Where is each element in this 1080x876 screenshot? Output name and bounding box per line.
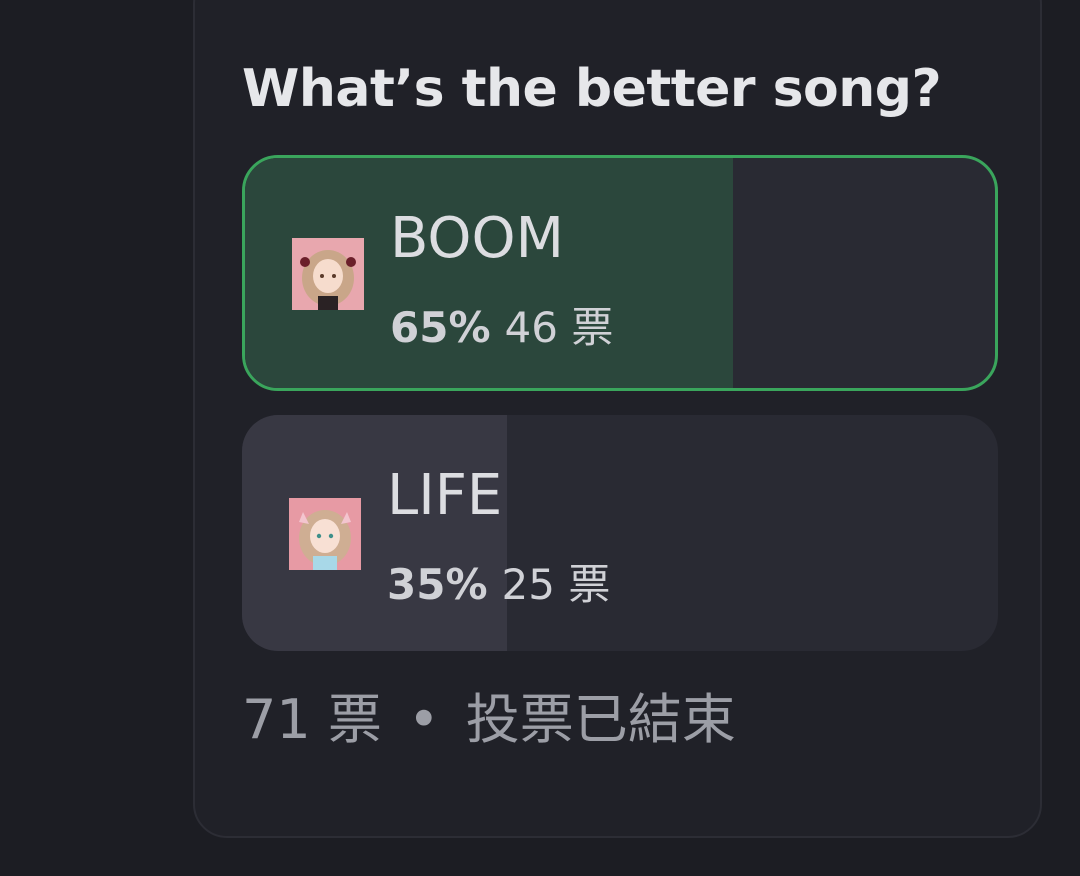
poll-card: What’s the better song? BOOM 65% 46 票 LI…	[193, 0, 1042, 838]
option-votes: 25 票	[501, 560, 611, 609]
option-label: LIFE	[387, 463, 503, 528]
option-percent: 35%	[387, 560, 488, 609]
option-votes: 46 票	[504, 303, 614, 352]
poll-footer: 71 票 • 投票已結束	[242, 685, 736, 755]
option-label: BOOM	[390, 206, 564, 271]
option-stats: 35% 25 票	[387, 551, 610, 612]
total-votes: 71 票	[242, 688, 382, 751]
poll-question: What’s the better song?	[242, 59, 942, 119]
separator-dot: •	[407, 688, 440, 751]
option-percent: 65%	[390, 303, 491, 352]
anime-girl-avatar-icon	[292, 238, 364, 310]
poll-option-boom[interactable]: BOOM 65% 46 票	[242, 155, 998, 391]
poll-option-life[interactable]: LIFE 35% 25 票	[242, 415, 998, 651]
option-stats: 65% 46 票	[390, 294, 613, 355]
vote-bar-fill	[242, 415, 507, 651]
poll-status: 投票已結束	[465, 688, 736, 751]
anime-girl-avatar-icon	[289, 498, 361, 570]
